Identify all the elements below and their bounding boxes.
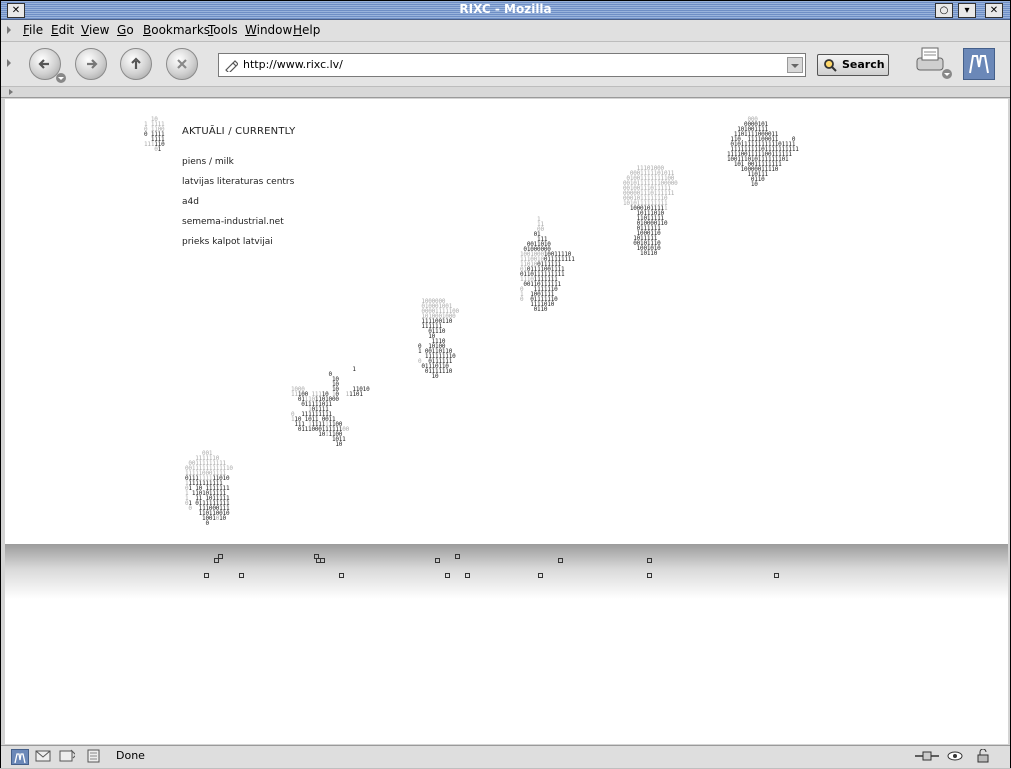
window-title: RIXC - Mozilla xyxy=(459,2,552,16)
decorative-square xyxy=(538,573,543,578)
decorative-square xyxy=(465,573,470,578)
decorative-square xyxy=(218,554,223,559)
binary-logo: 10 1 1111 0 1100 0 1111 1111 111110 01 xyxy=(144,116,165,153)
binary-art-blob: 1 11 00 01 111 0011010 01000000 10010001… xyxy=(520,216,575,313)
page-proxy-icon[interactable] xyxy=(224,58,238,72)
back-arrow-icon xyxy=(38,59,49,69)
menu-bookmarks[interactable]: Bookmarks xyxy=(143,23,210,37)
reload-button[interactable] xyxy=(120,48,152,80)
url-input[interactable] xyxy=(243,56,783,72)
decorative-square xyxy=(558,558,563,563)
decorative-square xyxy=(435,558,440,563)
page-heading: AKTUĀLI / CURRENTLY xyxy=(182,126,296,137)
binary-art-blob: 11101000 0001111101011 01001111111100 00… xyxy=(623,165,678,257)
forward-arrow-icon xyxy=(87,59,98,69)
privacy-icon[interactable] xyxy=(947,749,963,763)
decorative-square xyxy=(647,573,652,578)
menu-window[interactable]: Window xyxy=(245,23,292,37)
toolbar-grip-icon[interactable] xyxy=(5,23,13,37)
binary-art-blob: 001 1111110 00111111111 00111111111110 1… xyxy=(185,450,233,527)
print-icon[interactable] xyxy=(913,46,953,80)
status-text: Done xyxy=(116,749,145,762)
menu-go[interactable]: Go xyxy=(117,23,134,37)
back-history-dropdown-icon[interactable] xyxy=(55,72,67,84)
decorative-square xyxy=(445,573,450,578)
decorative-square xyxy=(339,573,344,578)
forward-button[interactable] xyxy=(75,48,107,80)
decorative-square xyxy=(204,573,209,578)
decorative-square xyxy=(774,573,779,578)
menu-edit[interactable]: Edit xyxy=(51,23,74,37)
menu-bar: File Edit View Go Bookmarks Tools Window… xyxy=(1,20,1010,42)
menu-help[interactable]: Help xyxy=(293,23,320,37)
navigation-toolbar: Search xyxy=(1,42,1010,87)
shade-button[interactable]: ▾ xyxy=(958,3,976,18)
chevron-down-icon xyxy=(791,64,799,68)
menu-view[interactable]: View xyxy=(81,23,109,37)
binary-art-blob: 1 0 10 10 1000 10 11010 11100 11110 10 1… xyxy=(291,366,370,448)
link-prieks-kalpot-latvijai[interactable]: prieks kalpot latvijai xyxy=(182,237,273,247)
stop-icon xyxy=(177,59,187,69)
decorative-square xyxy=(239,573,244,578)
link-piens-milk[interactable]: piens / milk xyxy=(182,157,234,167)
footer-gradient xyxy=(5,544,1008,599)
security-lock-icon[interactable] xyxy=(975,749,991,763)
reload-icon xyxy=(131,57,141,69)
maximize-button[interactable]: ○ xyxy=(935,3,953,18)
magnifier-icon xyxy=(824,59,837,72)
url-bar[interactable] xyxy=(218,53,806,77)
decorative-square xyxy=(455,554,460,559)
address-book-icon[interactable] xyxy=(85,749,101,763)
page-content: 10 1 1111 0 1100 0 1111 1111 111110 01 A… xyxy=(5,99,1008,744)
status-bar: Done xyxy=(1,745,1010,768)
mail-icon[interactable] xyxy=(35,749,51,763)
menu-tools[interactable]: Tools xyxy=(208,23,238,37)
decorative-square xyxy=(320,558,325,563)
search-button-label: Search xyxy=(842,58,885,71)
title-bar[interactable]: ✕ RIXC - Mozilla ○ ▾ ✕ xyxy=(1,1,1010,20)
browser-window: ✕ RIXC - Mozilla ○ ▾ ✕ File Edit View Go… xyxy=(0,0,1011,768)
search-button[interactable]: Search xyxy=(817,54,889,76)
binary-art-blob: 000 0000101 101001111 1101111000011 110.… xyxy=(727,116,799,188)
online-status-icon[interactable] xyxy=(913,749,941,763)
menu-file[interactable]: File xyxy=(23,23,43,37)
composer-icon[interactable] xyxy=(59,749,75,763)
link-semema-industrial[interactable]: semema-industrial.net xyxy=(182,217,284,227)
mozilla-logo-icon xyxy=(14,753,26,764)
mozilla-throbber[interactable] xyxy=(963,48,995,80)
link-latvijas-literaturas-centrs[interactable]: latvijas literaturas centrs xyxy=(182,177,294,187)
mozilla-logo-icon xyxy=(969,55,989,74)
navigator-icon[interactable] xyxy=(11,749,29,765)
stop-button[interactable] xyxy=(166,48,198,80)
close-button[interactable]: ✕ xyxy=(985,3,1003,18)
toolbar-grip-icon[interactable] xyxy=(5,56,13,70)
binary-art-blob: 1000000 010001001 00001111100 1010001000… xyxy=(418,298,459,380)
personal-toolbar xyxy=(1,87,1010,98)
link-a4d[interactable]: a4d xyxy=(182,197,199,207)
url-history-dropdown[interactable] xyxy=(787,57,803,73)
toolbar-grip-icon[interactable] xyxy=(7,88,15,96)
decorative-square xyxy=(647,558,652,563)
